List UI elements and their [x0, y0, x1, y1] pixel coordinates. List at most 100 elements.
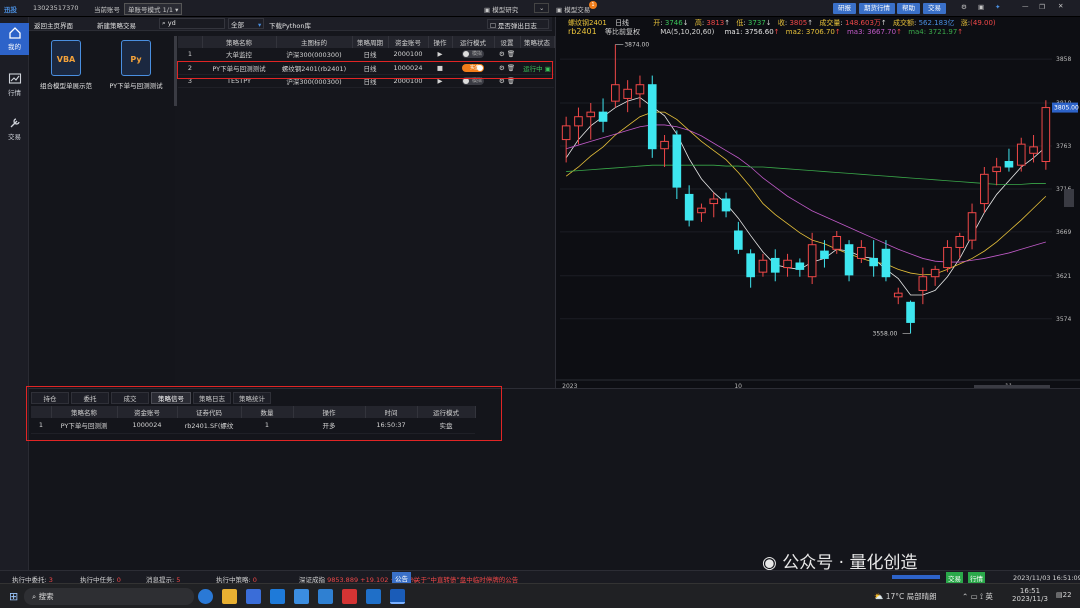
candle-body — [758, 259, 768, 273]
model-card-py[interactable]: Py PY下单与回测测试 — [101, 40, 171, 90]
kline-chart[interactable]: 螺纹钢2401 日线 开: 3746↓ 高: 3813↑ 低: 3737↓ 收:… — [555, 17, 1080, 392]
low-label: 低 — [736, 19, 744, 27]
model-trade-tab[interactable]: ▣ 模型交易 — [556, 4, 590, 14]
bird-icon[interactable]: ✦ — [995, 3, 1000, 11]
weather[interactable]: ⛅ 17°C 局部晴朗 — [874, 591, 937, 602]
mode-toggle-switch[interactable]: 模拟 — [462, 50, 484, 59]
nav-trade[interactable]: 交易 — [0, 113, 29, 145]
gear-icon[interactable]: ⚙ — [961, 3, 967, 11]
vol-value: 148.603万 — [844, 19, 881, 27]
window-icon[interactable]: ▣ — [978, 3, 984, 11]
candle-body — [611, 84, 620, 102]
ma1-value: ma1: 3756.60 — [724, 28, 774, 36]
col-header[interactable]: 策略名称 — [202, 36, 277, 48]
windows-start-icon[interactable]: ⊞ — [9, 590, 18, 603]
help-button[interactable]: 帮助 — [897, 3, 920, 14]
candle-body — [918, 276, 928, 291]
minimize-icon[interactable]: — — [1022, 2, 1029, 10]
taskbar-search[interactable]: ⌕ 搜索 — [24, 588, 194, 605]
y-tick-label: 3858 — [1056, 56, 1071, 63]
chart-subheader: rb2401 等比前复权 MA(5,10,20,60) ma1: 3756.60… — [568, 27, 964, 36]
ma2-value: ma2: 3706.70 — [785, 28, 835, 36]
model-panel: VBA 组合模型单展示范 Py PY下单与回测测试 — [29, 32, 177, 386]
col-header: 运行模式 — [452, 36, 495, 48]
app-icon[interactable] — [342, 589, 357, 604]
vba-file-icon: VBA — [51, 40, 81, 76]
search-icon: ⌕ — [162, 19, 166, 27]
status-datetime: 2023/11/03 16:51:09 — [1013, 574, 1080, 582]
candle-body — [980, 173, 989, 205]
futures-button[interactable]: 期货行情 — [859, 3, 895, 14]
min-price-label: 3558.00 — [873, 330, 898, 337]
filter-select[interactable]: 全部 ▾ — [228, 18, 264, 29]
col-header[interactable]: 主图标的 — [276, 36, 353, 48]
trade-button[interactable]: 交易 — [923, 3, 946, 14]
folder-icon[interactable] — [222, 589, 237, 604]
edge-icon[interactable] — [198, 589, 213, 604]
account-label: 当前账号 — [94, 6, 120, 14]
new-strategy-button[interactable]: 新建策略交易 — [97, 20, 136, 30]
search-input[interactable]: ⌕ yd — [159, 18, 225, 29]
chart-icon — [8, 73, 21, 84]
tools-icon — [10, 118, 20, 128]
chart-canvas[interactable]: 38583810376337163669362135743874.003558.… — [556, 39, 1080, 392]
play-button[interactable]: ▶ — [428, 48, 452, 62]
table-row[interactable]: 1 大单监控 沪深300(000300) 日线 2000100 ▶ 模拟 ⚙ 🗑 — [178, 48, 554, 62]
col-header: 设置 — [494, 36, 521, 48]
trash-icon[interactable]: 🗑 — [507, 50, 515, 58]
store-icon[interactable] — [246, 589, 261, 604]
candle-body — [561, 125, 571, 141]
report-button[interactable]: 研报 — [833, 3, 856, 14]
app-icon[interactable] — [366, 589, 381, 604]
model-card-vba[interactable]: VBA 组合模型单展示范 — [31, 40, 101, 90]
chg-label: 涨 — [960, 19, 968, 27]
candle-body — [1041, 107, 1051, 163]
adjust-mode[interactable]: 等比前复权 — [605, 28, 640, 36]
candle-body — [684, 193, 694, 221]
ma-line-ma4 — [566, 164, 1046, 185]
open-label: 开 — [653, 19, 661, 27]
popup-log-checkbox[interactable]: ☐ 是否弹出日志 — [487, 19, 549, 30]
candle-body — [586, 111, 596, 118]
xuntou-icon[interactable] — [390, 589, 405, 604]
nav-market-label: 行情 — [8, 89, 21, 97]
vscode-icon[interactable] — [318, 589, 333, 604]
mode-toggle[interactable]: 模拟 — [452, 48, 494, 62]
search-icon: ⌕ — [32, 592, 37, 601]
notification-center[interactable]: ▤22 — [1056, 591, 1072, 599]
table-header: 策略名称 主图标的 策略周期 资金账号 操作 运行模式 设置 策略状态 — [178, 36, 555, 48]
dropdown-icon[interactable]: ⌄ — [534, 3, 550, 13]
col-header[interactable]: 资金账号 — [388, 36, 429, 48]
close-icon[interactable]: ✕ — [1058, 2, 1063, 10]
high-value: 3813 — [706, 19, 725, 27]
app-icon[interactable] — [294, 589, 309, 604]
strategy-table: 策略名称 主图标的 策略周期 资金账号 操作 运行模式 设置 策略状态 1 大单… — [178, 36, 555, 386]
mail-icon[interactable] — [270, 589, 285, 604]
last-price-label: 3805.00 — [1054, 105, 1079, 112]
progress-bar — [892, 575, 940, 579]
y-tick-label: 3763 — [1056, 143, 1071, 150]
account-select[interactable]: 单账号模式 1/1 ▾ — [124, 3, 183, 15]
candle-body — [1004, 161, 1014, 168]
candle-body — [1029, 146, 1038, 154]
gear-icon[interactable]: ⚙ — [499, 50, 505, 58]
candle-body — [672, 134, 682, 188]
nav-home[interactable]: 我的 — [0, 23, 29, 55]
candle-body — [869, 257, 878, 267]
strategy-name[interactable]: 大单监控 — [202, 48, 276, 62]
col-header[interactable]: 策略周期 — [352, 36, 389, 48]
clock[interactable]: 16:51 2023/11/3 — [1012, 587, 1048, 603]
restore-icon[interactable]: ❐ — [1039, 3, 1045, 11]
highlight-box — [177, 61, 553, 79]
tray-icons[interactable]: ⌃ ▭ ⟟ 英 — [962, 591, 993, 602]
candle-body — [832, 235, 842, 250]
strategy-status — [520, 48, 554, 62]
candle-body — [893, 292, 903, 298]
model-research-tab[interactable]: ▣ 模型研究 — [484, 4, 518, 14]
back-home-button[interactable]: 返回主页界面 — [34, 20, 73, 30]
col-header: 策略状态 — [520, 36, 555, 48]
download-python-button[interactable]: 下载Python库 — [269, 20, 311, 30]
nav-market[interactable]: 行情 — [0, 69, 29, 101]
candle-body — [943, 246, 952, 269]
candle-body — [598, 111, 608, 122]
